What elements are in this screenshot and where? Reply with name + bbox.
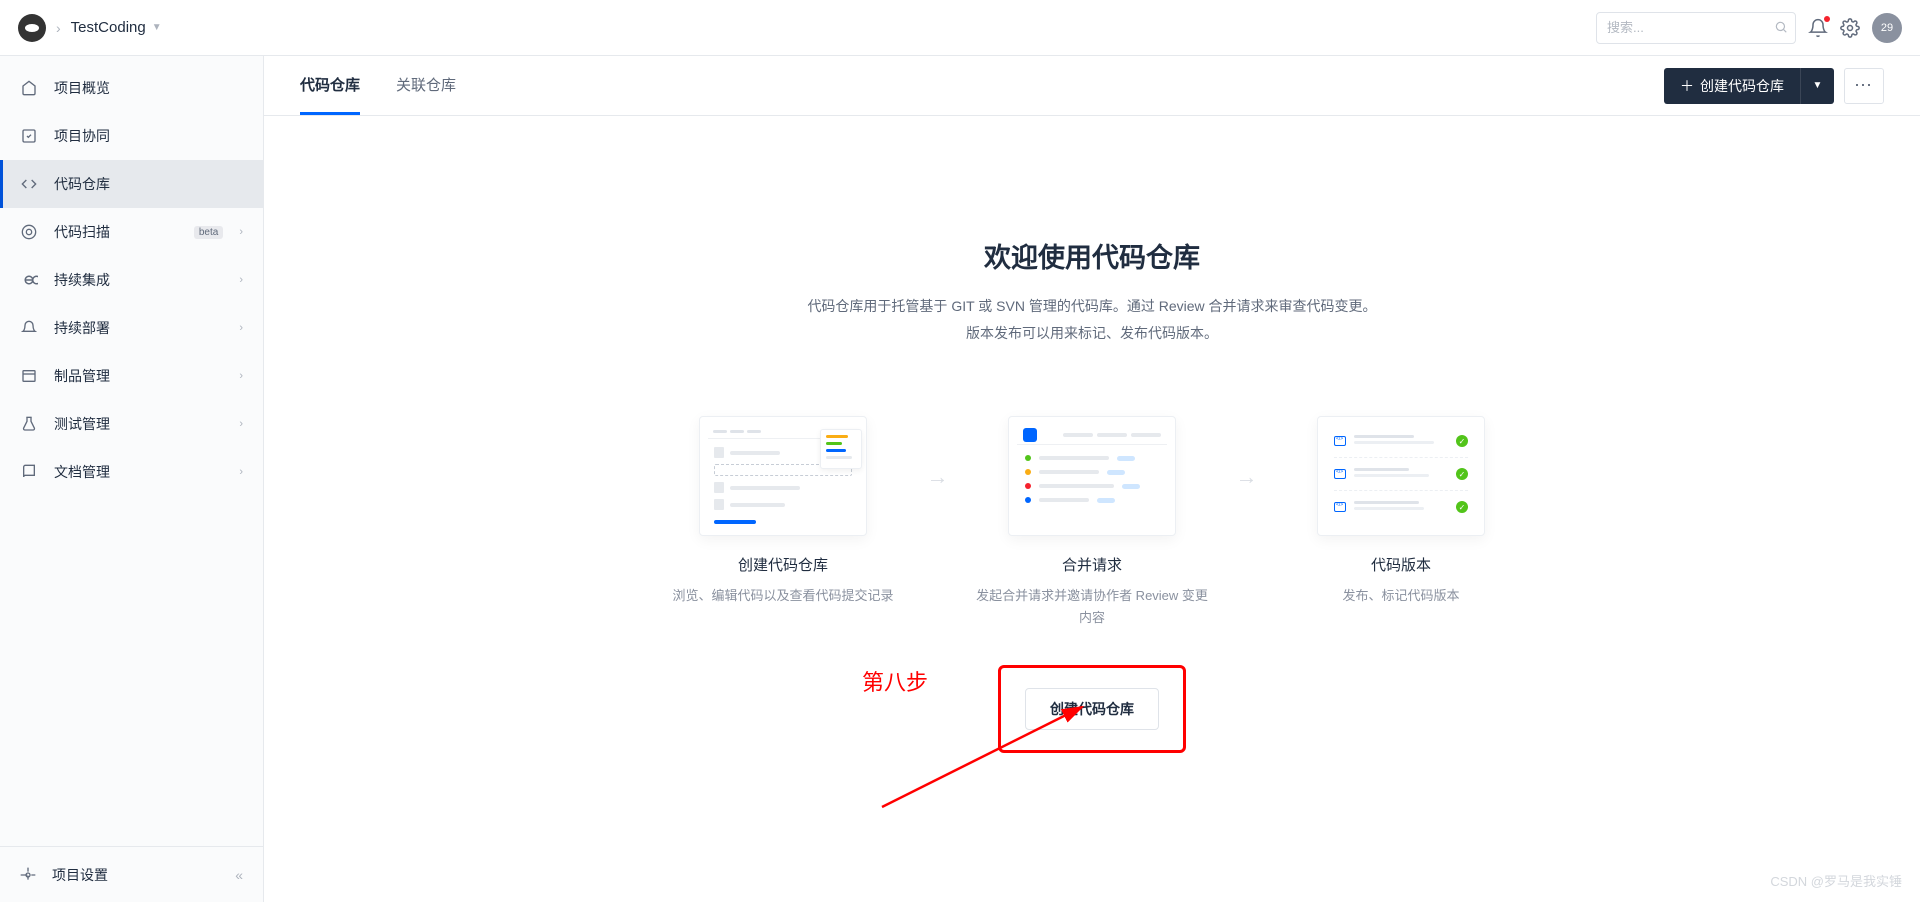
artifact-icon — [20, 368, 38, 384]
sidebar-item-doc[interactable]: 文档管理 › — [0, 448, 263, 496]
overview-icon — [20, 80, 38, 96]
collab-icon — [20, 128, 38, 144]
project-name: TestCoding — [71, 19, 146, 36]
sidebar-item-repo[interactable]: 代码仓库 — [0, 160, 263, 208]
watermark-text: CSDN @罗马是我实锤 — [1770, 871, 1902, 890]
logo-icon[interactable] — [18, 14, 46, 42]
arrow-right-icon: → — [1236, 464, 1258, 490]
sidebar-item-ci[interactable]: 持续集成 › — [0, 256, 263, 304]
sidebar-item-label: 项目协同 — [54, 126, 243, 146]
arrow-right-icon: → — [927, 464, 949, 490]
welcome-section: 欢迎使用代码仓库 代码仓库用于托管基于 GIT 或 SVN 管理的代码库。通过 … — [264, 116, 1920, 793]
sidebar-item-label: 文档管理 — [54, 462, 223, 482]
tabs-bar: 代码仓库关联仓库 ＋ 创建代码仓库 ▼ ⋯ — [264, 56, 1920, 116]
chevron-right-icon: › — [239, 226, 243, 238]
top-header: › TestCoding ▼ 29 — [0, 0, 1920, 56]
gear-icon — [20, 867, 36, 883]
create-repo-button[interactable]: ＋ 创建代码仓库 — [1664, 68, 1800, 104]
illustration-code-version: ✓ ✓ ✓ — [1317, 416, 1485, 536]
project-settings-link[interactable]: 项目设置 — [20, 865, 108, 885]
feature-create-repo: 创建代码仓库 浏览、编辑代码以及查看代码提交记录 — [666, 416, 901, 607]
annotation-highlight-box: 创建代码仓库 — [998, 665, 1186, 753]
sidebar-item-overview[interactable]: 项目概览 — [0, 64, 263, 112]
sidebar-item-label: 持续部署 — [54, 318, 223, 338]
tab-inactive[interactable]: 关联仓库 — [396, 56, 456, 115]
sidebar-item-label: 制品管理 — [54, 366, 223, 386]
breadcrumb-separator-icon: › — [56, 20, 61, 36]
feature-code-version: ✓ ✓ ✓ 代码版本 发布、标记代码版本 — [1284, 416, 1519, 607]
chevron-right-icon: › — [239, 418, 243, 430]
sidebar: 项目概览 项目协同 代码仓库 代码扫描 beta › 持续集成 › 持续部署 ›… — [0, 56, 264, 902]
notification-bell-icon[interactable] — [1808, 18, 1828, 38]
search-box — [1596, 12, 1796, 44]
tab-active[interactable]: 代码仓库 — [300, 56, 360, 115]
features-row: 创建代码仓库 浏览、编辑代码以及查看代码提交记录 → — [304, 416, 1880, 629]
sidebar-item-label: 项目概览 — [54, 78, 243, 98]
illustration-create-repo — [699, 416, 867, 536]
scan-icon — [20, 224, 38, 240]
feature-desc: 浏览、编辑代码以及查看代码提交记录 — [666, 585, 901, 607]
breadcrumb: › TestCoding ▼ — [18, 14, 162, 42]
doc-icon — [20, 464, 38, 480]
illustration-merge-request — [1008, 416, 1176, 536]
plus-icon: ＋ — [1680, 76, 1694, 96]
create-repo-button-group: ＋ 创建代码仓库 ▼ — [1664, 68, 1834, 104]
sidebar-item-label: 代码仓库 — [54, 174, 243, 194]
search-input[interactable] — [1596, 12, 1796, 44]
caret-down-icon: ▼ — [152, 22, 162, 33]
chevron-right-icon: › — [239, 370, 243, 382]
feature-title: 合并请求 — [975, 554, 1210, 575]
create-repo-dropdown-button[interactable]: ▼ — [1800, 68, 1834, 104]
sidebar-item-test[interactable]: 测试管理 › — [0, 400, 263, 448]
sidebar-item-collab[interactable]: 项目协同 — [0, 112, 263, 160]
chevron-right-icon: › — [239, 322, 243, 334]
sidebar-footer: 项目设置 « — [0, 846, 263, 902]
settings-label: 项目设置 — [52, 865, 108, 885]
search-icon — [1774, 20, 1788, 34]
chevron-right-icon: › — [239, 466, 243, 478]
feature-merge-request: 合并请求 发起合并请求并邀请协作者 Review 变更内容 — [975, 416, 1210, 629]
more-actions-button[interactable]: ⋯ — [1844, 68, 1884, 104]
sidebar-item-cd[interactable]: 持续部署 › — [0, 304, 263, 352]
notification-dot-icon — [1824, 16, 1830, 22]
annotation-step-label: 第八步 — [862, 665, 928, 697]
cta-area: 第八步 创建代码仓库 — [304, 665, 1880, 753]
settings-gear-icon[interactable] — [1840, 18, 1860, 38]
test-icon — [20, 416, 38, 432]
user-avatar[interactable]: 29 — [1872, 13, 1902, 43]
feature-desc: 发起合并请求并邀请协作者 Review 变更内容 — [975, 585, 1210, 629]
repo-icon — [20, 176, 38, 192]
cd-icon — [20, 320, 38, 336]
create-repo-cta-button[interactable]: 创建代码仓库 — [1025, 688, 1159, 730]
header-actions: 29 — [1596, 12, 1902, 44]
project-selector[interactable]: TestCoding ▼ — [71, 19, 162, 36]
sidebar-item-scan[interactable]: 代码扫描 beta › — [0, 208, 263, 256]
beta-badge: beta — [194, 226, 223, 239]
welcome-title: 欢迎使用代码仓库 — [304, 236, 1880, 275]
feature-title: 代码版本 — [1284, 554, 1519, 575]
collapse-sidebar-icon[interactable]: « — [235, 867, 243, 883]
sidebar-item-label: 代码扫描 — [54, 222, 174, 242]
feature-title: 创建代码仓库 — [666, 554, 901, 575]
main-content: 代码仓库关联仓库 ＋ 创建代码仓库 ▼ ⋯ 欢迎使用代码仓库 代码仓库用于托管基… — [264, 56, 1920, 902]
welcome-description: 代码仓库用于托管基于 GIT 或 SVN 管理的代码库。通过 Review 合并… — [304, 293, 1880, 346]
sidebar-item-label: 测试管理 — [54, 414, 223, 434]
sidebar-item-label: 持续集成 — [54, 270, 223, 290]
ci-icon — [20, 274, 38, 286]
chevron-right-icon: › — [239, 274, 243, 286]
sidebar-item-artifact[interactable]: 制品管理 › — [0, 352, 263, 400]
feature-desc: 发布、标记代码版本 — [1284, 585, 1519, 607]
